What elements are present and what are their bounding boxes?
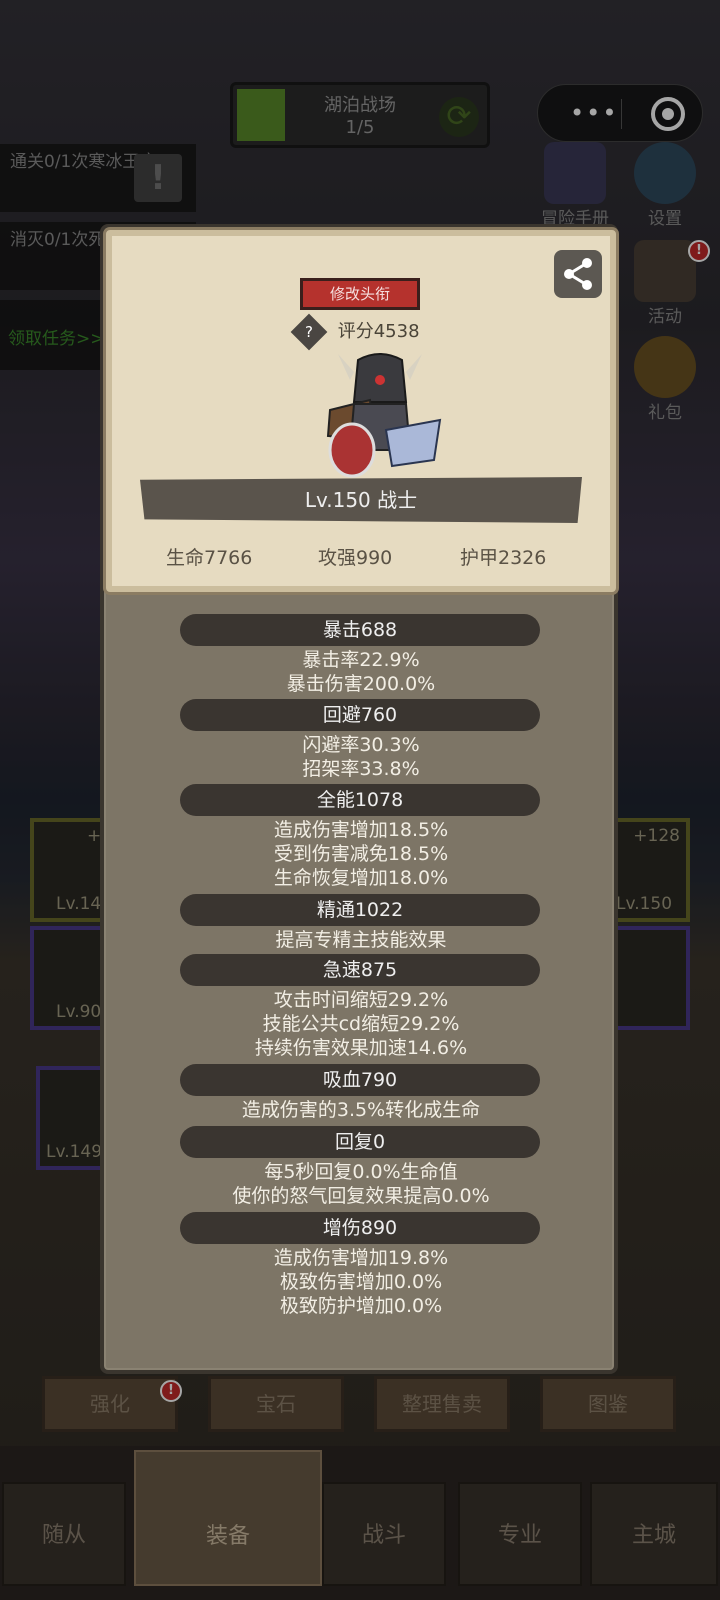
stat-header-dodge: 回避760 bbox=[180, 699, 540, 731]
stat-line: 暴击伤害200.0% bbox=[286, 673, 436, 695]
stat-line: 造成伤害增加19.8% bbox=[273, 1247, 449, 1269]
stat-header-regen: 回复0 bbox=[180, 1126, 540, 1158]
stat-header-lifesteal: 吸血790 bbox=[180, 1064, 540, 1096]
stat-line: 招架率33.8% bbox=[302, 758, 420, 780]
score-value: 评分4538 bbox=[337, 321, 420, 342]
stat-line: 暴击率22.9% bbox=[302, 649, 420, 671]
stat-line: 使你的怒气回复效果提高0.0% bbox=[232, 1185, 490, 1207]
stat-line: 每5秒回复0.0%生命值 bbox=[264, 1161, 458, 1183]
stat-line: 极致伤害增加0.0% bbox=[279, 1271, 443, 1293]
stat-header-mastery: 精通1022 bbox=[180, 894, 540, 926]
stat-line: 造成伤害的3.5%转化成生命 bbox=[241, 1099, 481, 1121]
share-icon bbox=[564, 258, 592, 290]
stat-line: 生命恢复增加18.0% bbox=[273, 867, 449, 889]
stat-header-versatility: 全能1078 bbox=[180, 784, 540, 816]
stat-line: 极致防护增加0.0% bbox=[279, 1295, 443, 1317]
level-class-banner: Lv.150 战士 bbox=[140, 477, 582, 523]
stat-header-damage-bonus: 增伤890 bbox=[180, 1212, 540, 1244]
stat-header-crit: 暴击688 bbox=[180, 614, 540, 646]
help-icon[interactable]: ? bbox=[290, 313, 328, 351]
game-screen: 湖泊战场 1/5 ⟳ ••• 通关0/1次寒冰王座 ! 消灭0/1次死使者 领取… bbox=[0, 0, 720, 1600]
stat-line: 受到伤害减免18.5% bbox=[273, 843, 449, 865]
stat-line: 攻击时间缩短29.2% bbox=[273, 989, 449, 1011]
score-row: ? 评分4538 bbox=[290, 313, 436, 351]
stat-line: 闪避率30.3% bbox=[302, 734, 420, 756]
stat-line: 造成伤害增加18.5% bbox=[273, 819, 449, 841]
warrior-avatar bbox=[326, 353, 442, 478]
edit-title-button[interactable]: 修改头衔 bbox=[300, 278, 420, 310]
stat-header-haste: 急速875 bbox=[180, 954, 540, 986]
life-stat: 生命7766 bbox=[166, 547, 253, 569]
stat-line: 提高专精主技能效果 bbox=[275, 929, 447, 951]
stat-line: 持续伤害效果加速14.6% bbox=[254, 1037, 468, 1059]
attack-stat: 攻强990 bbox=[318, 547, 393, 569]
stat-line: 技能公共cd缩短29.2% bbox=[262, 1013, 460, 1035]
armor-stat: 护甲2326 bbox=[460, 547, 547, 569]
share-button[interactable] bbox=[554, 250, 602, 298]
